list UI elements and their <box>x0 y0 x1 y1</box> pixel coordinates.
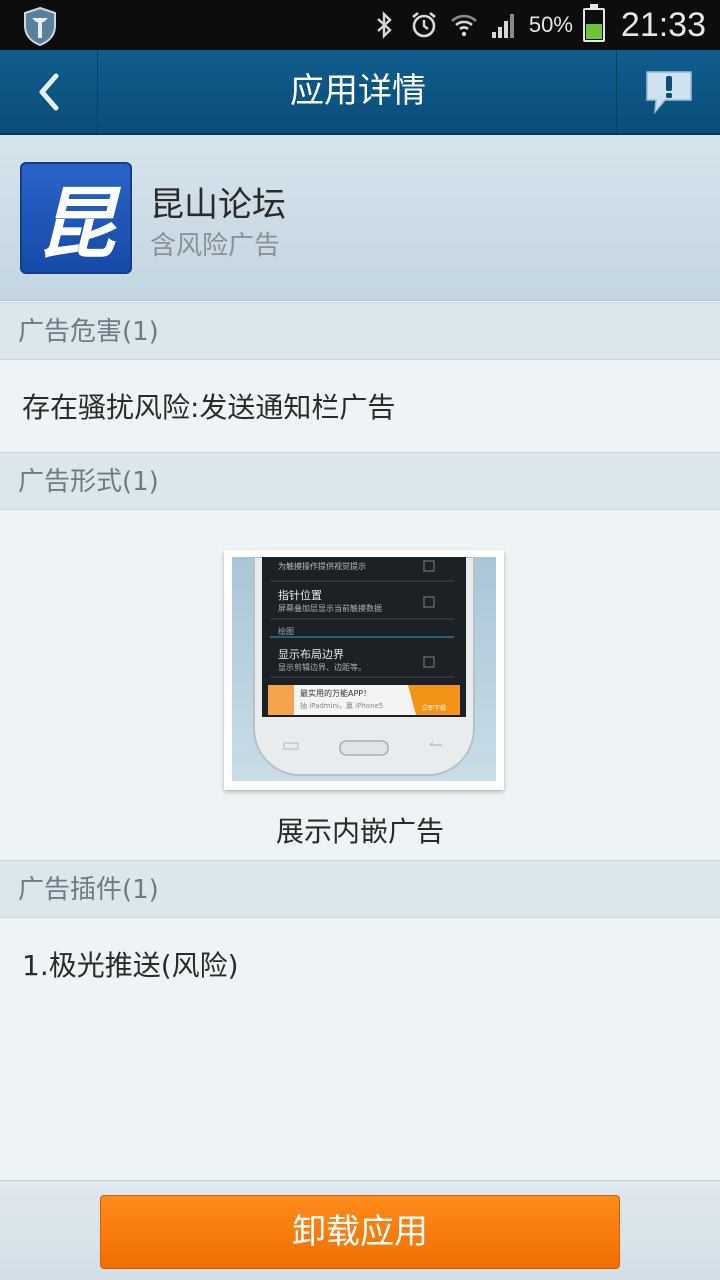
ad-harm-item: 存在骚扰风险:发送通知栏广告 <box>22 391 396 424</box>
preview-row-title: 指针位置 <box>278 589 322 602</box>
chevron-left-icon <box>39 73 58 110</box>
preview-group-label: 绘图 <box>278 627 294 636</box>
preview-row-desc: 屏幕叠加层显示当前触摸数据 <box>278 604 382 613</box>
preview-banner-title: 最实用的万能APP！ <box>300 689 372 698</box>
ad-form-caption: 展示内嵌广告 <box>275 815 444 848</box>
back-button[interactable] <box>0 50 98 133</box>
preview-banner-button: 立即下载 <box>422 705 447 712</box>
app-header: 昆 昆山论坛 含风险广告 <box>0 135 720 301</box>
status-bar: 50% 21:33 <box>0 0 720 50</box>
alarm-icon <box>412 11 436 38</box>
preview-top-desc: 为触摸操作提供视觉提示 <box>278 562 366 571</box>
app-icon: 昆 <box>20 162 132 274</box>
bluetooth-icon <box>377 11 392 39</box>
battery-percent: 50% <box>528 12 573 37</box>
app-risk-label: 含风险广告 <box>150 231 281 261</box>
feedback-button[interactable] <box>616 50 720 133</box>
preview-row-desc: 显示剪辑边界、边距等。 <box>278 663 366 672</box>
ad-plugin-item: 1.极光推送(风险) <box>22 949 239 982</box>
battery-icon <box>582 4 605 42</box>
section-header-ad-form: 广告形式(1) <box>0 452 720 510</box>
preview-row-title: 显示布局边界 <box>278 648 344 661</box>
title-bar: 应用详情 <box>0 50 720 135</box>
app-name: 昆山论坛 <box>150 185 286 225</box>
preview-banner-sub: 抽 iPadmini，赢 iPhone5 <box>300 702 384 710</box>
page-title: 应用详情 <box>290 71 426 111</box>
uninstall-button[interactable]: 卸载应用 <box>100 1195 620 1269</box>
section-header-ad-harm: 广告危害(1) <box>0 302 720 360</box>
report-icon <box>645 70 692 114</box>
ad-preview-image[interactable]: 为触摸操作提供视觉提示 指针位置 屏幕叠加层显示当前触摸数据 绘图 显示布局边界… <box>224 550 504 790</box>
bottom-action-bar: 卸载应用 <box>0 1180 720 1280</box>
clock: 21:33 <box>620 5 706 44</box>
wifi-icon <box>450 14 477 37</box>
signal-icon <box>491 14 514 38</box>
shield-icon <box>24 6 56 46</box>
section-header-ad-plugin: 广告插件(1) <box>0 860 720 918</box>
